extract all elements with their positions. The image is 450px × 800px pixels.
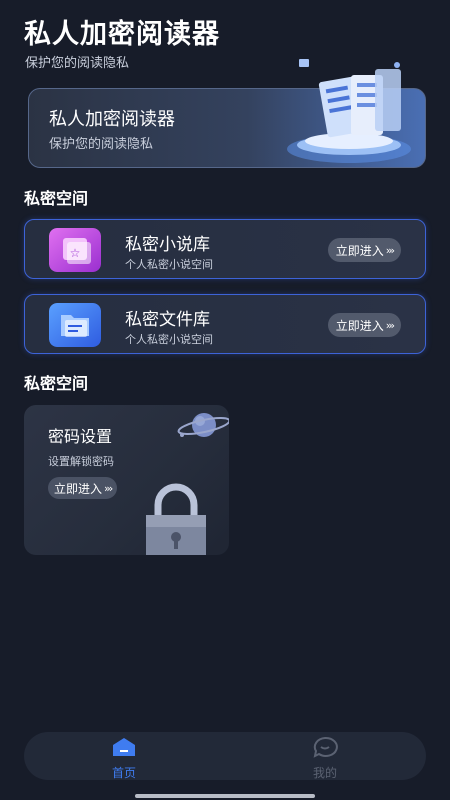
novel-library-card[interactable]: ☆ 私密小说库 个人私密小说空间 立即进入 ››› <box>24 219 426 279</box>
file-library-subtitle: 个人私密小说空间 <box>125 333 213 346</box>
section-title-private-space-2: 私密空间 <box>24 374 89 393</box>
password-settings-subtitle: 设置解锁密码 <box>48 455 114 468</box>
folder-file-icon <box>49 303 101 347</box>
enter-button-label: 立即进入 <box>335 318 384 333</box>
chevron-right-icon: ››› <box>385 318 395 332</box>
section-title-private-space: 私密空间 <box>24 189 89 208</box>
app-subtitle: 保护您的阅读隐私 <box>25 56 130 71</box>
enter-button-label: 立即进入 <box>335 243 384 258</box>
password-settings-title: 密码设置 <box>48 427 113 446</box>
chevron-right-icon: ››› <box>385 243 395 257</box>
home-indicator <box>135 794 315 798</box>
hero-banner[interactable]: 私人加密阅读器 保护您的阅读隐私 <box>28 59 426 168</box>
bottom-nav: 首页 我的 <box>24 732 426 780</box>
home-icon <box>113 738 135 756</box>
hero-subtitle: 保护您的阅读隐私 <box>49 137 154 152</box>
lock-icon <box>146 483 206 555</box>
svg-text:☆: ☆ <box>70 246 81 260</box>
planet-icon <box>177 413 229 437</box>
nav-item-home[interactable]: 首页 <box>94 736 154 781</box>
novel-library-enter-button[interactable]: 立即进入 ››› <box>327 238 401 262</box>
file-library-enter-button[interactable]: 立即进入 ››› <box>327 313 401 337</box>
chat-bubble-icon <box>313 736 338 758</box>
app-title: 私人加密阅读器 <box>24 19 220 50</box>
novel-library-title: 私密小说库 <box>125 235 210 255</box>
nav-label-mine: 我的 <box>312 766 337 780</box>
password-settings-enter-button[interactable]: 立即进入 ››› <box>48 477 118 499</box>
hero-title: 私人加密阅读器 <box>49 109 175 130</box>
server-database-icon <box>287 59 411 163</box>
enter-button-label: 立即进入 <box>54 481 103 496</box>
chevron-right-icon: ››› <box>104 481 113 495</box>
nav-item-mine[interactable]: 我的 <box>295 736 355 781</box>
file-library-title: 私密文件库 <box>125 310 210 330</box>
nav-label-home: 首页 <box>111 766 136 780</box>
novel-library-subtitle: 个人私密小说空间 <box>125 258 213 271</box>
star-book-icon: ☆ <box>49 228 101 272</box>
file-library-card[interactable]: 私密文件库 个人私密小说空间 立即进入 ››› <box>24 294 426 354</box>
password-settings-card[interactable]: 密码设置 设置解锁密码 立即进入 ››› <box>24 405 229 555</box>
